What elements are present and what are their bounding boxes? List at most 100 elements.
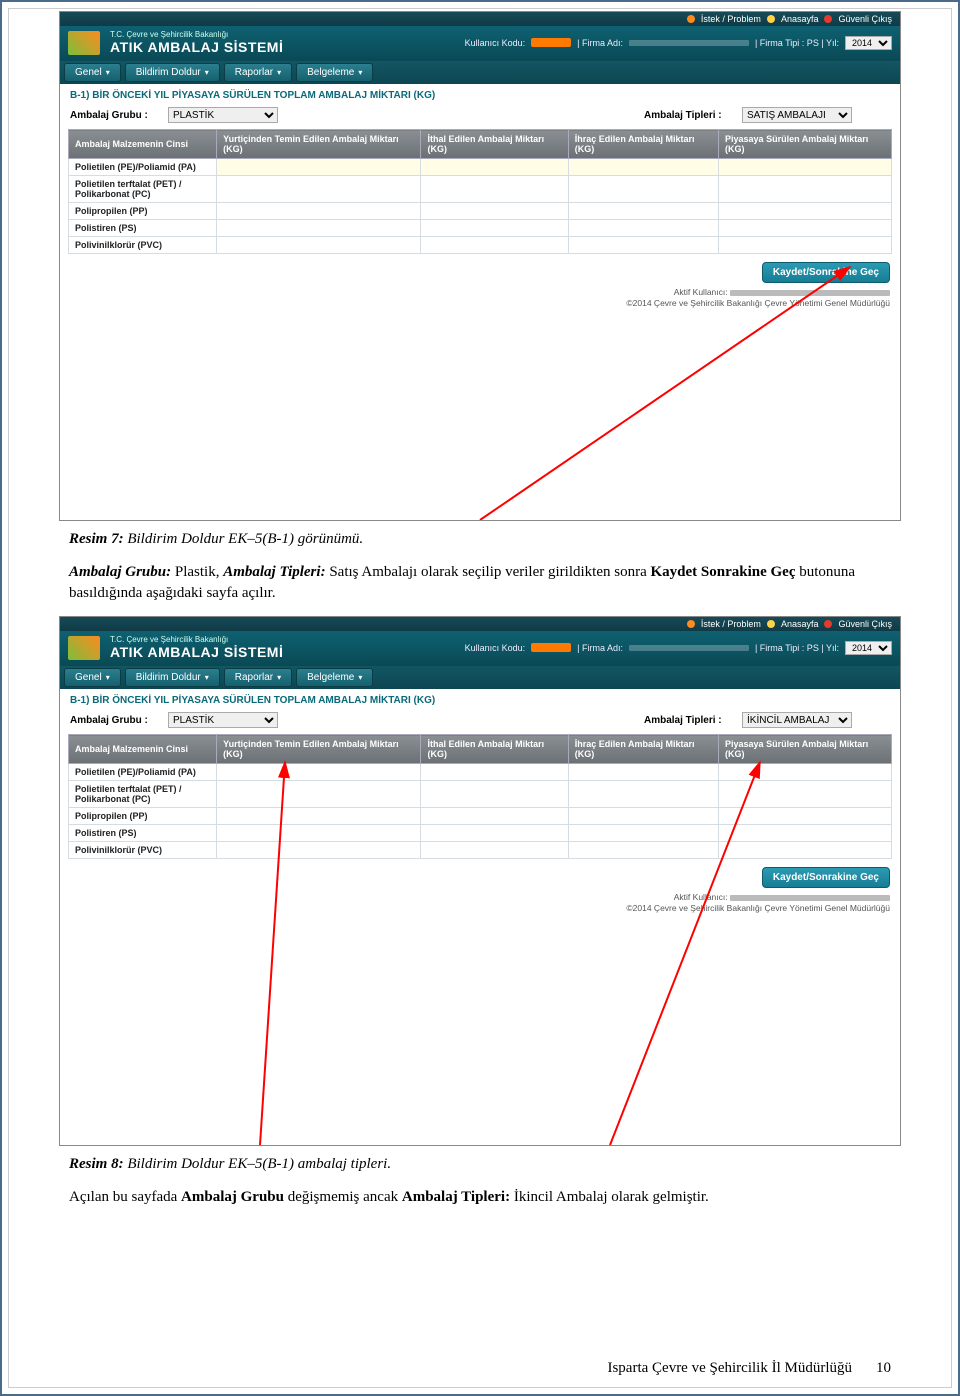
cell-input[interactable]: [217, 176, 421, 203]
cell-input[interactable]: [719, 781, 892, 808]
brand-subtitle: T.C. Çevre ve Şehircilik Bakanlığı: [110, 635, 283, 644]
ambalaj-grubu-select[interactable]: PLASTİK: [168, 107, 278, 123]
menu-belgeleme-label: Belgeleme: [307, 672, 354, 683]
redacted-firma: [629, 40, 749, 46]
ambalaj-tipleri-select[interactable]: SATIŞ AMBALAJI: [742, 107, 852, 123]
cell-input[interactable]: [568, 237, 718, 254]
anasayfa-link[interactable]: Anasayfa: [781, 14, 819, 24]
footer-info: Aktif Kullanıcı: ©2014 Çevre ve Şehircil…: [60, 285, 900, 315]
cell-input[interactable]: [568, 159, 718, 176]
footer-info: Aktif Kullanıcı: ©2014 Çevre ve Şehircil…: [60, 890, 900, 920]
cell-input[interactable]: [719, 203, 892, 220]
guvenli-cikis-link[interactable]: Güvenli Çıkış: [838, 14, 892, 24]
cell-input[interactable]: [568, 203, 718, 220]
cell-input[interactable]: [421, 825, 568, 842]
cell-input[interactable]: [421, 781, 568, 808]
aktif-kullanici-label: Aktif Kullanıcı:: [674, 287, 728, 297]
app-header: İstek / Problem Anasayfa Güvenli Çıkış T…: [60, 617, 900, 689]
cell-input[interactable]: [719, 220, 892, 237]
save-next-button[interactable]: Kaydet/Sonrakine Geç: [762, 262, 890, 283]
resim7-text: Bildirim Doldur EK–5(B-1) görünümü.: [124, 531, 364, 547]
cell-input[interactable]: [568, 781, 718, 808]
cell-input[interactable]: [421, 808, 568, 825]
cell-input[interactable]: [421, 203, 568, 220]
redacted-aktif-user: [730, 895, 890, 901]
menu-genel[interactable]: Genel▾: [64, 668, 121, 687]
p2-text: Açılan bu sayfada: [69, 1189, 181, 1205]
menu-raporlar[interactable]: Raporlar▾: [224, 63, 292, 82]
ambalaj-tipleri-select[interactable]: İKİNCİL AMBALAJ: [742, 712, 852, 728]
p2-ambalaj-grubu: Ambalaj Grubu: [181, 1189, 284, 1205]
ambalaj-grubu-select[interactable]: PLASTİK: [168, 712, 278, 728]
table-row: Polietilen (PE)/Poliamid (PA): [69, 764, 892, 781]
menu-bildirim[interactable]: Bildirim Doldur▾: [125, 668, 220, 687]
cell-input[interactable]: [568, 176, 718, 203]
menu-belgeleme[interactable]: Belgeleme▾: [296, 668, 373, 687]
cell-input[interactable]: [217, 220, 421, 237]
year-select[interactable]: 2014: [845, 641, 892, 655]
screenshot-2: İstek / Problem Anasayfa Güvenli Çıkış T…: [59, 616, 901, 1146]
table-header-row: Ambalaj Malzemenin Cinsi Yurtiçinden Tem…: [69, 735, 892, 764]
guvenli-cikis-link[interactable]: Güvenli Çıkış: [838, 619, 892, 629]
cell-input[interactable]: [421, 237, 568, 254]
filter-row: Ambalaj Grubu : PLASTİK Ambalaj Tipleri …: [60, 710, 900, 734]
cell-input[interactable]: [568, 808, 718, 825]
cell-input[interactable]: [719, 159, 892, 176]
p2-ambalaj-tipleri: Ambalaj Tipleri:: [402, 1189, 510, 1205]
cell-input[interactable]: [217, 842, 421, 859]
cell-input[interactable]: [568, 764, 718, 781]
cell-input[interactable]: [719, 825, 892, 842]
cell-input[interactable]: [719, 237, 892, 254]
anasayfa-link[interactable]: Anasayfa: [781, 619, 819, 629]
ambalaj-tipleri-label: Ambalaj Tipleri :: [644, 110, 734, 121]
col-ihrac: İhraç Edilen Ambalaj Miktarı (KG): [568, 735, 718, 764]
istek-icon: [687, 620, 695, 628]
cell-input[interactable]: [421, 159, 568, 176]
table-row: Polivinilklorür (PVC): [69, 237, 892, 254]
brand-title: ATIK AMBALAJ SİSTEMİ: [110, 644, 283, 660]
cell-input[interactable]: [217, 159, 421, 176]
cell-input[interactable]: [421, 176, 568, 203]
col-yurticinden: Yurtiçinden Temin Edilen Ambalaj Miktarı…: [217, 735, 421, 764]
cell-input[interactable]: [217, 781, 421, 808]
save-next-button[interactable]: Kaydet/Sonrakine Geç: [762, 867, 890, 888]
cell-input[interactable]: [719, 176, 892, 203]
ambalaj-table: Ambalaj Malzemenin Cinsi Yurtiçinden Tem…: [68, 129, 892, 254]
cell-input[interactable]: [217, 825, 421, 842]
ambalaj-table: Ambalaj Malzemenin Cinsi Yurtiçinden Tem…: [68, 734, 892, 859]
cell-input[interactable]: [217, 764, 421, 781]
cell-input[interactable]: [719, 842, 892, 859]
cell-input[interactable]: [568, 220, 718, 237]
menu-raporlar-label: Raporlar: [235, 672, 273, 683]
cell-input[interactable]: [217, 808, 421, 825]
menu-raporlar[interactable]: Raporlar ▾: [224, 668, 292, 687]
resim8-label: Resim 8:: [69, 1156, 124, 1172]
menu-belgeleme[interactable]: Belgeleme▾: [296, 63, 373, 82]
col-piyasaya: Piyasaya Sürülen Ambalaj Miktarı (KG): [719, 130, 892, 159]
row-label: Polietilen (PE)/Poliamid (PA): [69, 159, 217, 176]
chevron-down-icon: ▾: [277, 673, 281, 682]
cell-input[interactable]: [568, 842, 718, 859]
istek-link[interactable]: İstek / Problem: [701, 619, 761, 629]
copyright-text: ©2014 Çevre ve Şehircilik Bakanlığı Çevr…: [626, 298, 890, 308]
year-select[interactable]: 2014: [845, 36, 892, 50]
menu-bildirim[interactable]: Bildirim Doldur▾: [125, 63, 220, 82]
cell-input[interactable]: [421, 842, 568, 859]
table-header-row: Ambalaj Malzemenin Cinsi Yurtiçinden Tem…: [69, 130, 892, 159]
menu-genel[interactable]: Genel▾: [64, 63, 121, 82]
p1-text: Satış Ambalajı olarak seçilip veriler gi…: [326, 564, 651, 580]
cell-input[interactable]: [421, 764, 568, 781]
cell-input[interactable]: [719, 808, 892, 825]
action-row: Kaydet/Sonrakine Geç: [60, 859, 900, 890]
menu-belgeleme-label: Belgeleme: [307, 67, 354, 78]
cell-input[interactable]: [719, 764, 892, 781]
table-row: Polistiren (PS): [69, 220, 892, 237]
ambalaj-grubu-label: Ambalaj Grubu :: [70, 715, 160, 726]
istek-link[interactable]: İstek / Problem: [701, 14, 761, 24]
row-label: Polietilen terftalat (PET) / Polikarbona…: [69, 176, 217, 203]
table-row: Polietilen (PE)/Poliamid (PA): [69, 159, 892, 176]
cell-input[interactable]: [421, 220, 568, 237]
cell-input[interactable]: [217, 237, 421, 254]
cell-input[interactable]: [217, 203, 421, 220]
cell-input[interactable]: [568, 825, 718, 842]
